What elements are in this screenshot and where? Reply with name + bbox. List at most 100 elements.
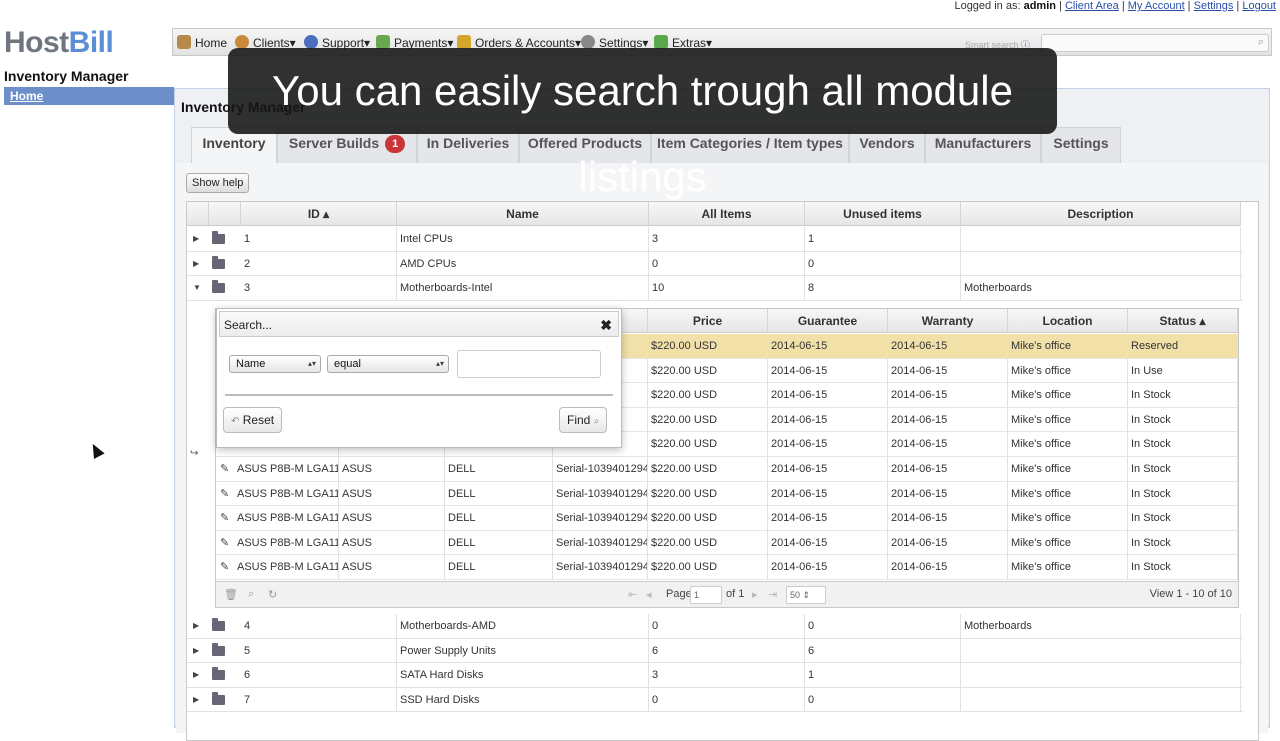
grid-header-id[interactable]: ID ▴ [241,202,397,226]
subgrid-row[interactable]: ✎ ASUS P8B-M LGA1155ASUSDELLSerial-103940… [216,530,1238,556]
cell-id: 3 [241,276,397,301]
cell-status: In Stock [1128,530,1238,555]
cell-desc [961,687,1241,712]
menu-home[interactable]: Home [177,35,227,50]
cell-model: ASUS P8B-M LGA1155 [234,530,339,555]
refresh-icon[interactable]: ↻ [268,588,277,601]
video-caption: You can easily search trough all module … [228,48,1057,200]
cell-model: ASUS P8B-M LGA1155 [234,457,339,481]
table-row[interactable]: ▶ 2 AMD CPUs 0 0 [187,251,1243,277]
module-title: Inventory Manager [4,68,129,84]
cell-serial: Serial-1039401294/9 [553,506,648,531]
edit-icon[interactable]: ✎ [220,511,229,524]
client-area-link[interactable]: Client Area [1065,0,1119,12]
find-button[interactable]: Find ⌕ [559,407,608,433]
subgrid-row[interactable]: ✎ ASUS P8B-M LGA1155ASUSDELLSerial-103940… [216,481,1238,507]
expand-icon[interactable]: ▶ [193,688,203,712]
cell-price: $220.00 USD [648,432,768,457]
cell-status: In Use [1128,358,1238,383]
cell-location: Mike's office [1008,407,1128,432]
cell-all-items: 3 [649,227,805,251]
table-row[interactable]: ▼ 3 Motherboards-Intel 10 8 Motherboards [187,276,1243,301]
search-dialog: Search... ✖ Name ▴▾ equal ▴▾ ↶ Reset Find … [216,308,622,448]
cell-all-items: 0 [649,251,805,276]
first-page-icon[interactable]: ⇤ [628,588,637,601]
cell-location: Mike's office [1008,506,1128,531]
select-arrows-icon: ▴▾ [435,359,444,368]
left-nav: Home [4,87,174,105]
expand-icon[interactable]: ▶ [193,663,203,687]
table-row[interactable]: ▶ 5 Power Supply Units 6 6 [187,638,1243,664]
inventory-grid: ID ▴ Name All Items Unused items Descrip… [186,201,1259,741]
cell-guarantee: 2014-06-15 [768,555,888,580]
cell-name: SSD Hard Disks [397,687,649,712]
cell-price: $220.00 USD [648,383,768,408]
view-count: View 1 - 10 of 10 [1149,588,1232,600]
cell-warranty: 2014-06-15 [888,481,1008,506]
expand-icon[interactable]: ▶ [193,227,203,251]
cell-location: Mike's office [1008,334,1128,358]
search-operator-select[interactable]: equal ▴▾ [327,355,449,373]
search-dialog-title: Search... ✖ [219,311,619,337]
cell-guarantee: 2014-06-15 [768,383,888,408]
table-row[interactable]: ▶ 6 SATA Hard Disks 3 1 [187,663,1243,688]
cell-model: ASUS P8B-M LGA1155 [234,481,339,506]
subgrid-header-location[interactable]: Location [1008,309,1128,333]
cell-guarantee: 2014-06-15 [768,432,888,457]
cell-status: In Stock [1128,506,1238,531]
per-page-select[interactable]: 50 ⇕ [786,586,826,604]
tab-settings[interactable]: Settings [1041,127,1121,163]
cell-mfr: ASUS [339,457,445,481]
subgrid-header-price[interactable]: Price [648,309,768,333]
table-row[interactable]: ▶ 4 Motherboards-AMD 0 0 Motherboards [187,614,1243,639]
cell-location: Mike's office [1008,383,1128,408]
hostbill-logo[interactable]: HostBill [4,26,114,60]
grid-header-description[interactable]: Description [961,202,1241,226]
delete-icon[interactable]: 🗑 [224,588,238,601]
collapse-icon[interactable]: ▼ [193,276,203,300]
smart-search-input[interactable]: ⌕ [1041,34,1269,52]
cell-status: Reserved [1128,334,1238,358]
my-account-link[interactable]: My Account [1128,0,1185,12]
subgrid-pager: 🗑 ⌕ ↻ ⇤ ◂ Page 1 of 1 ▸ ⇥ 50 ⇕ View 1 - … [216,581,1238,607]
search-icon[interactable]: ⌕ [248,588,254,601]
expand-icon[interactable]: ▶ [193,639,203,663]
page-input[interactable]: 1 [690,586,722,604]
subgrid-row[interactable]: ✎ ASUS P8B-M LGA1155ASUSDELLSerial-103940… [216,555,1238,580]
expand-icon[interactable]: ▶ [193,252,203,276]
edit-icon[interactable]: ✎ [220,462,229,475]
logout-link[interactable]: Logout [1242,0,1276,12]
settings-link[interactable]: Settings [1194,0,1234,12]
subgrid-row[interactable]: ✎ ASUS P8B-M LGA1155ASUSDELLSerial-103940… [216,457,1238,482]
grid-header-unused-items[interactable]: Unused items [805,202,961,226]
search-field-select[interactable]: Name ▴▾ [229,355,321,373]
subgrid-header-warranty[interactable]: Warranty [888,309,1008,333]
expand-icon[interactable]: ▶ [193,614,203,638]
subgrid-header-status[interactable]: Status ▴ [1128,309,1238,333]
prev-page-icon[interactable]: ◂ [646,588,652,601]
cell-location: Mike's office [1008,481,1128,506]
edit-icon[interactable]: ✎ [220,536,229,549]
cell-name: AMD CPUs [397,251,649,276]
cell-location: Mike's office [1008,457,1128,481]
subgrid-header-guarantee[interactable]: Guarantee [768,309,888,333]
table-row[interactable]: ▶ 7 SSD Hard Disks 0 0 [187,687,1243,713]
edit-icon[interactable]: ✎ [220,560,229,573]
table-row[interactable]: ▶ 1 Intel CPUs 3 1 [187,227,1243,252]
reset-button[interactable]: ↶ Reset [223,407,283,433]
cell-status: In Stock [1128,432,1238,457]
left-nav-home-link[interactable]: Home [4,89,43,103]
home-icon [177,35,191,49]
search-value-input[interactable] [457,350,601,378]
subgrid-row[interactable]: ✎ ASUS P8B-M LGA1155ASUSDELLSerial-103940… [216,506,1238,531]
cell-id: 4 [241,614,397,638]
logged-in-user: admin [1023,0,1056,12]
close-icon[interactable]: ✖ [600,312,612,338]
cell-status: In Stock [1128,481,1238,506]
edit-icon[interactable]: ✎ [220,487,229,500]
show-help-button[interactable]: Show help [186,173,250,193]
folder-icon [212,691,225,705]
cell-warranty: 2014-06-15 [888,457,1008,481]
next-page-icon[interactable]: ▸ [752,588,758,601]
last-page-icon[interactable]: ⇥ [768,588,777,601]
